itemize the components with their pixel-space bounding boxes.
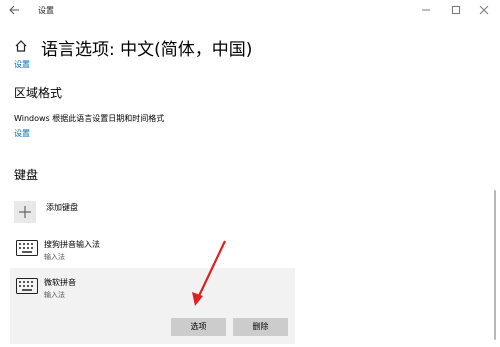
- region-format-description: Windows 根据此语言设置日期和时间格式: [14, 114, 165, 123]
- keyboard-item-name: 搜狗拼音输入法: [44, 240, 100, 249]
- page-title: 语言选项: 中文(简体，中国): [41, 40, 253, 60]
- keyboard-item-type: 输入法: [44, 291, 65, 299]
- keyboard-icon: [16, 278, 38, 294]
- add-keyboard-button[interactable]: [14, 201, 36, 223]
- keyboard-heading: 键盘: [14, 168, 39, 182]
- minimize-icon[interactable]: [418, 3, 434, 17]
- scrollbar[interactable]: [494, 190, 496, 340]
- title-bar: 设置: [0, 0, 500, 22]
- region-format-heading: 区域格式: [14, 86, 63, 100]
- close-icon[interactable]: [476, 3, 492, 17]
- add-keyboard-label[interactable]: 添加键盘: [46, 202, 78, 213]
- remove-button[interactable]: 删除: [233, 318, 288, 336]
- window-title: 设置: [38, 6, 54, 15]
- home-icon[interactable]: [14, 38, 28, 52]
- maximize-icon[interactable]: [448, 3, 464, 17]
- plus-icon: [19, 206, 31, 218]
- settings-link[interactable]: 设置: [14, 59, 30, 70]
- keyboard-item-type: 输入法: [44, 253, 65, 261]
- keyboard-icon: [16, 240, 38, 256]
- region-settings-link[interactable]: 设置: [14, 128, 30, 139]
- back-arrow-icon[interactable]: [8, 4, 22, 18]
- options-button[interactable]: 选项: [171, 318, 226, 336]
- keyboard-item-name: 微软拼音: [44, 278, 76, 287]
